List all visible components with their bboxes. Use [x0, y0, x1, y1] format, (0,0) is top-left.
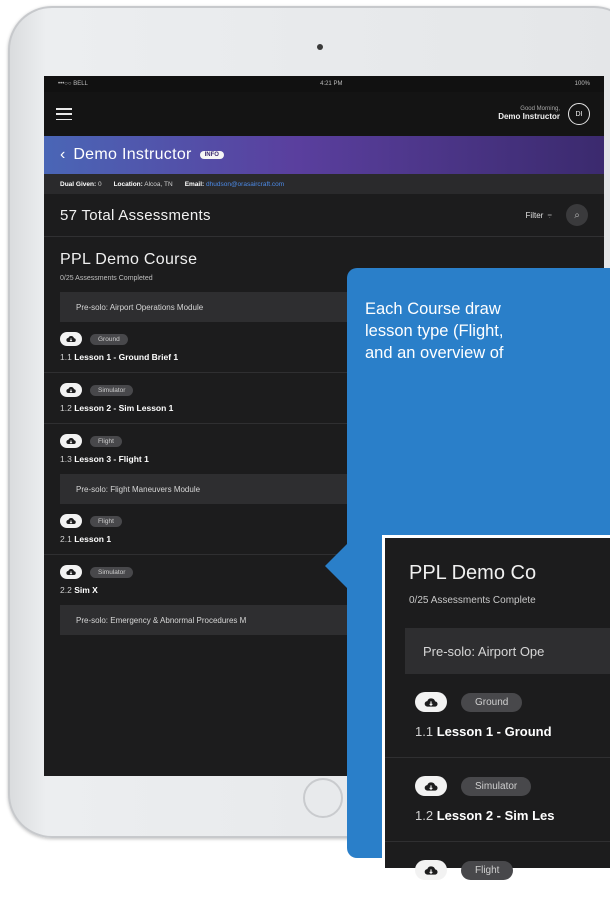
cloud-download-icon[interactable] [60, 565, 82, 579]
zoom-lesson-type-badge: Ground [461, 692, 523, 712]
avatar[interactable]: DI [568, 103, 590, 125]
cloud-download-icon[interactable] [60, 383, 82, 397]
home-button[interactable] [303, 778, 343, 818]
zoom-course-progress: 0/25 Assessments Complete [409, 595, 536, 606]
zoom-course-title: PPL Demo Co [409, 562, 537, 584]
menu-icon[interactable] [56, 108, 72, 120]
lesson-title: Lesson 2 - Sim Lesson 1 [74, 403, 174, 413]
lesson-type-badge: Flight [90, 515, 122, 527]
lesson-number: 2.1 [60, 534, 72, 544]
zoom-lesson-item: Simulator 1.2 Lesson 2 - Sim Les [385, 758, 610, 842]
lesson-number: 1.3 [60, 454, 72, 464]
lesson-title: Lesson 1 - Ground Brief 1 [74, 352, 179, 362]
clock-label: 4:21 PM [320, 81, 343, 87]
callout-text: Each Course draw lesson type (Flight, an… [365, 300, 504, 362]
cloud-download-icon[interactable] [60, 514, 82, 528]
dual-given: Dual Given: 0 [60, 180, 102, 188]
assessments-title: 57 Total Assessments [60, 206, 211, 224]
profile-name: Demo Instructor [73, 146, 192, 163]
callout-pointer [325, 542, 349, 590]
filter-button[interactable]: Filter ⩦ [526, 210, 552, 220]
lesson-title: Lesson 1 [74, 534, 112, 544]
lesson-number: 1.1 [60, 352, 72, 362]
search-icon[interactable]: ⌕ [566, 204, 588, 226]
email: Email: dhudson@orasaircraft.com [184, 180, 285, 188]
zoom-lesson-type-badge: Flight [461, 860, 514, 880]
email-link[interactable]: dhudson@orasaircraft.com [206, 181, 284, 188]
instructor-info-strip: Dual Given: 0 Location: Alcoa, TN Email:… [44, 174, 604, 194]
cloud-download-icon[interactable] [60, 332, 82, 346]
zoom-lesson-item: Ground 1.1 Lesson 1 - Ground [385, 674, 610, 758]
lesson-number: 1.2 [60, 403, 72, 413]
lesson-title: Lesson 3 - Flight 1 [74, 454, 149, 464]
user-greeting: Good Morning, Demo Instructor DI [498, 103, 590, 125]
user-name: Demo Instructor [498, 111, 560, 121]
location: Location: Alcoa, TN [113, 180, 173, 188]
top-bar: Good Morning, Demo Instructor DI [44, 92, 604, 136]
cloud-download-icon [415, 860, 447, 880]
lesson-title: Sim X [74, 585, 98, 595]
profile-header: ‹ Demo Instructor INFO [44, 136, 604, 174]
assessments-header: 57 Total Assessments Filter ⩦ ⌕ [44, 194, 604, 237]
cloud-download-icon [415, 776, 447, 796]
lesson-type-badge: Simulator [90, 384, 134, 396]
lesson-type-badge: Flight [90, 435, 122, 447]
lesson-type-badge: Ground [90, 333, 128, 345]
lesson-number: 2.2 [60, 585, 72, 595]
info-badge[interactable]: INFO [199, 151, 224, 159]
cloud-download-icon[interactable] [60, 434, 82, 448]
zoom-module-header: Pre-solo: Airport Ope [405, 628, 610, 674]
zoom-lesson-type-badge: Simulator [461, 776, 532, 796]
status-bar: •••○○ BELL 4:21 PM 100% [44, 76, 604, 92]
zoom-lesson-item: Flight [385, 842, 610, 910]
back-arrow-icon[interactable]: ‹ [60, 147, 65, 163]
camera-dot [317, 44, 323, 50]
filter-icon: ⩦ [547, 210, 552, 219]
lesson-type-badge: Simulator [90, 566, 134, 578]
zoomed-course-preview: PPL Demo Co 0/25 Assessments Complete Pr… [382, 535, 610, 880]
carrier-label: •••○○ BELL [58, 81, 88, 87]
cloud-download-icon [415, 692, 447, 712]
battery-label: 100% [574, 81, 590, 87]
